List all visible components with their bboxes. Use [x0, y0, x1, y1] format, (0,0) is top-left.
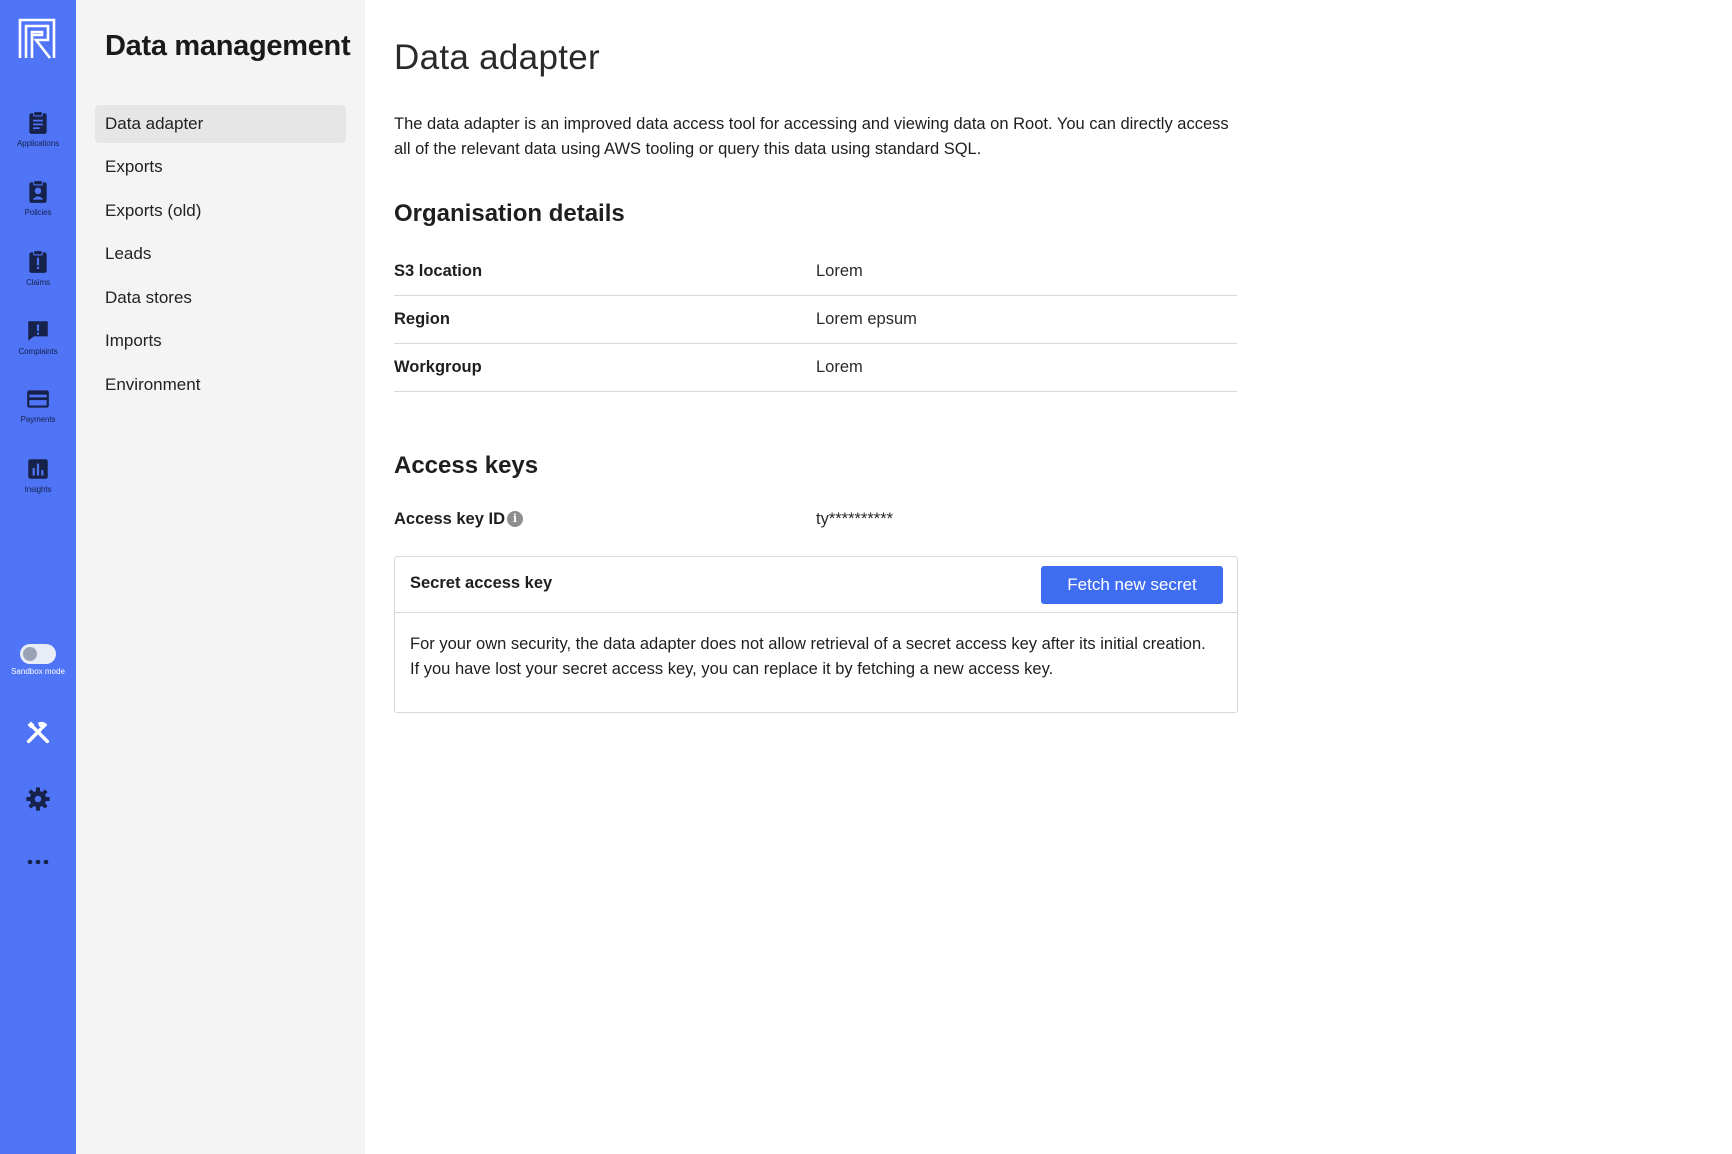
rail-label: Policies: [24, 208, 52, 217]
rail-item-policies[interactable]: Policies: [0, 179, 76, 217]
detail-row-workgroup: Workgroup Lorem: [394, 344, 1237, 392]
rail-label: Complaints: [18, 347, 58, 356]
detail-value: Lorem epsum: [816, 310, 917, 328]
detail-value: Lorem: [816, 358, 863, 376]
access-key-id-label: Access key ID: [394, 510, 505, 528]
root-logo-icon[interactable]: [18, 18, 58, 60]
sandbox-mode-label: Sandbox mode: [11, 667, 65, 676]
chat-alert-icon: [28, 321, 48, 341]
rail-item-applications[interactable]: Applications: [0, 110, 76, 148]
clipboard-alert-icon: [29, 250, 47, 273]
bar-chart-icon: [28, 459, 48, 479]
secret-access-key-label: Secret access key: [410, 574, 553, 592]
rail-label: Payments: [20, 415, 56, 424]
nav-item-data-stores[interactable]: Data stores: [95, 279, 346, 317]
detail-row-s3-location: S3 location Lorem: [394, 248, 1237, 296]
info-icon[interactable]: i: [507, 511, 523, 527]
data-management-nav: Data management Data adapter Exports Exp…: [76, 0, 365, 1154]
section-title: Data management: [105, 30, 351, 62]
rail-item-payments[interactable]: Payments: [0, 386, 76, 424]
detail-key: Workgroup: [394, 358, 482, 376]
detail-row-region: Region Lorem epsum: [394, 296, 1237, 344]
rail-item-claims[interactable]: Claims: [0, 249, 76, 287]
detail-key: Region: [394, 310, 450, 328]
main-content: Data adapter The data adapter is an impr…: [365, 0, 1732, 1154]
detail-value: Lorem: [816, 262, 863, 280]
credit-card-icon: [27, 390, 49, 408]
secret-access-key-card: Secret access key Fetch new secret For y…: [394, 556, 1238, 713]
tools-icon[interactable]: [24, 718, 52, 746]
access-key-id-value: ty**********: [816, 510, 894, 528]
access-keys-heading: Access keys: [394, 452, 539, 479]
rail-item-complaints[interactable]: Complaints: [0, 318, 76, 356]
app-rail: Applications Policies Claims Complaints: [0, 0, 76, 1154]
nav-item-imports[interactable]: Imports: [95, 322, 346, 360]
nav-item-exports-old[interactable]: Exports (old): [95, 192, 346, 230]
rail-item-insights[interactable]: Insights: [0, 456, 76, 494]
clipboard-list-icon: [29, 111, 47, 134]
fetch-new-secret-button[interactable]: Fetch new secret: [1041, 566, 1223, 604]
detail-key: S3 location: [394, 262, 483, 280]
card-header: Secret access key Fetch new secret: [395, 557, 1237, 613]
rail-label: Claims: [26, 278, 50, 287]
organisation-details-heading: Organisation details: [394, 200, 625, 227]
toggle-knob: [23, 647, 37, 661]
nav-item-exports[interactable]: Exports: [95, 148, 346, 186]
sandbox-toggle[interactable]: [20, 644, 56, 664]
nav-item-environment[interactable]: Environment: [95, 366, 346, 404]
page-title: Data adapter: [394, 38, 600, 77]
nav-item-leads[interactable]: Leads: [95, 235, 346, 273]
clipboard-user-icon: [29, 180, 47, 203]
gear-icon[interactable]: [24, 785, 52, 813]
more-icon[interactable]: [26, 856, 50, 868]
rail-label: Insights: [24, 485, 52, 494]
access-key-id-row: Access key ID i ty**********: [394, 508, 1237, 536]
nav-item-data-adapter[interactable]: Data adapter: [95, 105, 346, 143]
rail-label: Applications: [17, 139, 59, 148]
intro-text: The data adapter is an improved data acc…: [394, 115, 1229, 158]
secret-note: For your own security, the data adapter …: [410, 635, 1206, 678]
